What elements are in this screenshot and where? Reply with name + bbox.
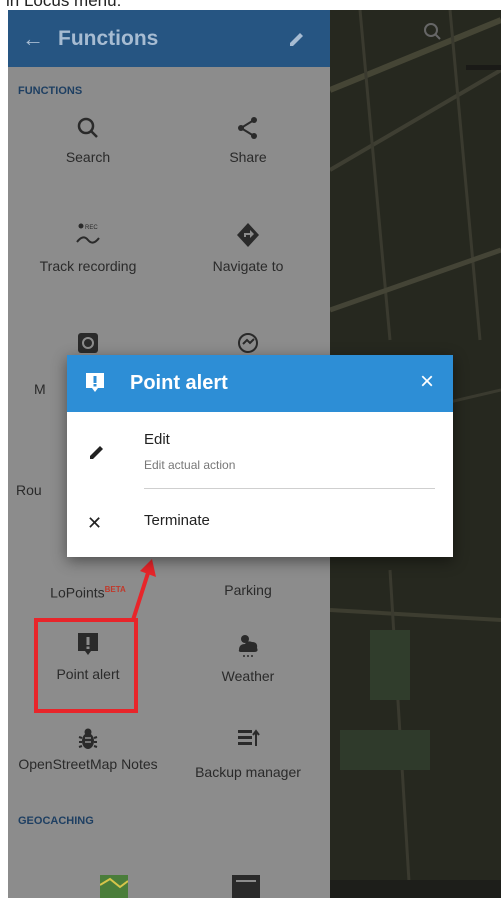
divider (144, 488, 435, 489)
sync-icon (238, 333, 258, 353)
close-icon[interactable]: × (415, 370, 439, 394)
back-arrow-icon[interactable]: ← (8, 10, 58, 67)
pencil-icon[interactable] (286, 28, 308, 50)
function-label-map: M (34, 381, 46, 397)
dialog-title: Point alert (130, 372, 228, 394)
drawer-header: ← Functions (8, 10, 330, 67)
edit-label: Edit (144, 431, 170, 448)
annotation-highlight-box (34, 618, 138, 713)
svg-text:REC: REC (85, 225, 98, 231)
beta-badge: BETA (104, 585, 126, 594)
caption-text: in Locus menu: (6, 0, 122, 10)
function-map[interactable] (8, 330, 168, 356)
terminate-action[interactable]: ✕ Terminate (67, 495, 453, 550)
function-osm-notes[interactable]: OpenStreetMap Notes (8, 726, 168, 772)
pencil-icon (90, 446, 103, 459)
track-recording-icon: REC (76, 223, 100, 244)
caption-strip: in Locus menu: (0, 0, 501, 10)
function-label-route[interactable]: Rou (16, 482, 42, 498)
section-functions: FUNCTIONS (18, 85, 83, 97)
bug-icon (78, 728, 98, 749)
drawer-title: Functions (58, 26, 159, 50)
function-share[interactable]: Share (168, 115, 328, 165)
map-icon (78, 333, 98, 353)
function-label: OpenStreetMap Notes (18, 756, 158, 772)
search-icon (77, 117, 98, 138)
function-search[interactable]: Search (8, 115, 168, 165)
navigate-icon (237, 223, 259, 247)
function-label: Share (229, 149, 267, 165)
function-backup-manager[interactable]: Backup manager (168, 726, 328, 780)
map-search-icon[interactable] (330, 10, 501, 70)
function-label: Weather (221, 668, 275, 684)
dialog-header: Point alert × (67, 355, 453, 412)
function-sync[interactable] (168, 330, 328, 356)
function-navigate-to[interactable]: Navigate to (168, 220, 328, 274)
function-track-recording[interactable]: REC Track recording (8, 220, 168, 274)
edit-sublabel: Edit actual action (144, 458, 236, 472)
function-label: Track recording (39, 258, 137, 274)
geocaching-tools-icon[interactable] (232, 875, 260, 898)
weather-icon (238, 635, 258, 657)
geocaching-map-icon[interactable] (100, 875, 128, 898)
function-label: Parking (224, 582, 272, 598)
section-geocaching: GEOCACHING (18, 815, 94, 827)
close-icon: ✕ (87, 513, 103, 533)
function-lopoints[interactable]: LoPointsBETA (8, 582, 168, 601)
function-parking[interactable]: Parking (168, 582, 328, 598)
function-weather[interactable]: Weather (168, 630, 328, 684)
function-label: Backup manager (195, 764, 301, 780)
function-label: LoPoints (50, 584, 105, 601)
share-icon (238, 117, 257, 139)
point-alert-icon (86, 373, 104, 392)
edit-action[interactable]: Edit Edit actual action (67, 412, 453, 490)
function-label: Navigate to (212, 258, 284, 274)
terminate-label: Terminate (144, 512, 210, 529)
point-alert-dialog: Point alert × Edit Edit actual action ✕ … (67, 355, 453, 557)
function-label: Search (65, 149, 111, 165)
backup-icon (238, 729, 260, 746)
